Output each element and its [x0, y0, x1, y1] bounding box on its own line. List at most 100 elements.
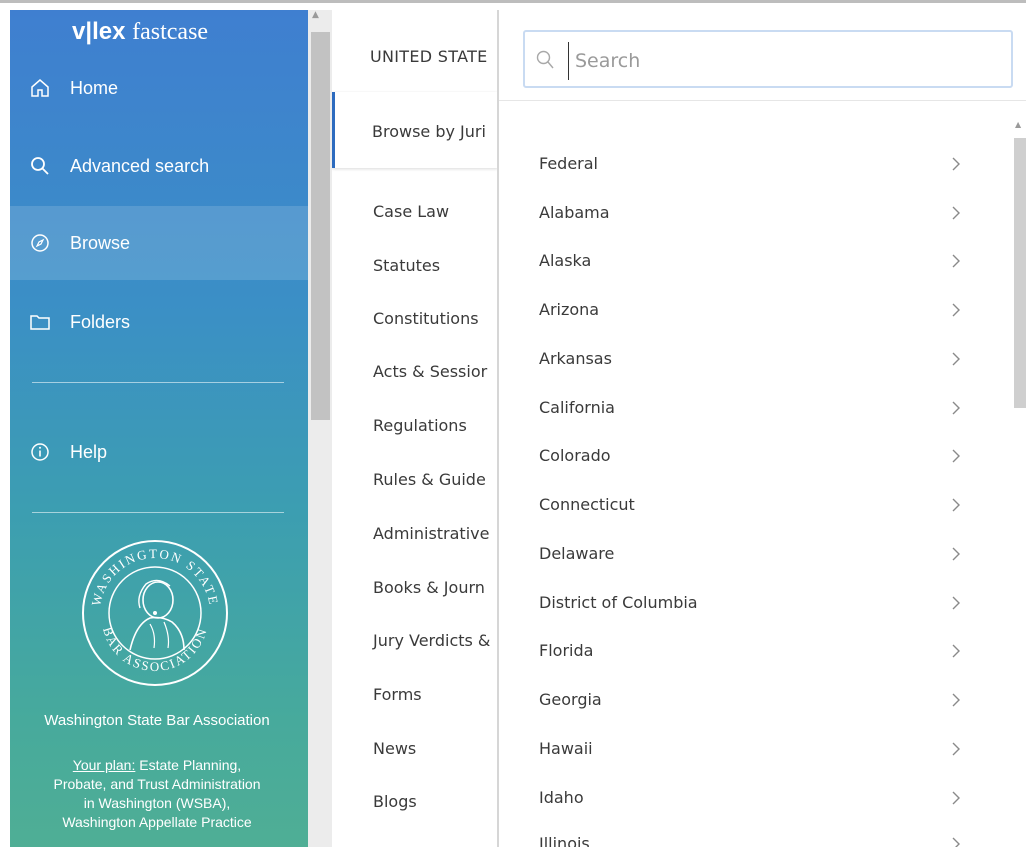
jurisdiction-label: Hawaii: [539, 739, 593, 758]
home-icon: [30, 78, 50, 98]
jurisdiction-label: Delaware: [539, 544, 615, 563]
panel-divider: [499, 100, 1026, 101]
jurisdiction-item-alabama[interactable]: Alabama: [539, 203, 979, 247]
plan-line: Washington Appellate Practice: [62, 814, 252, 830]
svg-text:BAR ASSOCIATION: BAR ASSOCIATION: [100, 625, 210, 674]
chevron-right-icon: [952, 644, 960, 658]
scroll-up-arrow-icon[interactable]: ▲: [312, 10, 319, 20]
brand-logo[interactable]: v|lex fastcase: [72, 18, 208, 46]
jurisdiction-item-arizona[interactable]: Arizona: [539, 300, 979, 344]
jurisdiction-label: Colorado: [539, 446, 611, 465]
chevron-right-icon: [952, 693, 960, 707]
plan-line: Estate Planning,: [135, 757, 242, 773]
plan-description: Your plan: Estate Planning, Probate, and…: [10, 756, 304, 832]
sidebar-item-label: Browse: [70, 232, 131, 253]
sidebar-divider: [32, 512, 284, 513]
chevron-right-icon: [952, 206, 960, 220]
plan-line: Probate, and Trust Administration: [53, 776, 261, 792]
content-type-acts[interactable]: Acts & Sessior: [373, 362, 487, 381]
jurisdiction-item-hawaii[interactable]: Hawaii: [539, 739, 979, 783]
jurisdiction-label: Alabama: [539, 203, 610, 222]
chevron-right-icon: [952, 449, 960, 463]
jurisdiction-list-scrollbar-thumb[interactable]: [1014, 138, 1026, 408]
content-type-constitutions[interactable]: Constitutions: [373, 309, 479, 328]
plan-line: in Washington (WSBA),: [83, 795, 231, 811]
content-type-case-law[interactable]: Case Law: [373, 202, 449, 221]
chevron-right-icon: [952, 157, 960, 171]
sidebar-item-browse[interactable]: Browse: [10, 206, 308, 280]
jurisdiction-item-connecticut[interactable]: Connecticut: [539, 495, 979, 539]
browse-by-jurisdiction-label: Browse by Juri: [372, 122, 486, 141]
search-icon: [30, 156, 50, 176]
sidebar-item-label: Home: [70, 77, 119, 98]
jurisdiction-search-input[interactable]: [568, 42, 1007, 80]
logo-suffix: fastcase: [132, 19, 209, 45]
content-type-administrative[interactable]: Administrative: [373, 524, 489, 543]
jurisdiction-item-arkansas[interactable]: Arkansas: [539, 349, 979, 393]
jurisdiction-item-federal[interactable]: Federal: [539, 154, 979, 198]
content-type-blogs[interactable]: Blogs: [373, 792, 417, 811]
jurisdiction-item-colorado[interactable]: Colorado: [539, 446, 979, 490]
sidebar-divider: [32, 382, 284, 383]
chevron-right-icon: [952, 837, 960, 847]
plan-link[interactable]: Your plan:: [73, 757, 136, 773]
jurisdiction-item-delaware[interactable]: Delaware: [539, 544, 979, 588]
browse-by-jurisdiction-tab[interactable]: Browse by Juri: [332, 92, 498, 168]
jurisdiction-item-district-of-columbia[interactable]: District of Columbia: [539, 593, 979, 637]
wsba-seal-logo: WASHINGTON STATE BAR ASSOCIATION: [82, 540, 228, 686]
chevron-right-icon: [952, 498, 960, 512]
chevron-right-icon: [952, 547, 960, 561]
chevron-right-icon: [952, 254, 960, 268]
chevron-right-icon: [952, 791, 960, 805]
jurisdiction-label: District of Columbia: [539, 593, 698, 612]
sidebar-item-folders[interactable]: Folders: [10, 286, 308, 358]
compass-icon: [30, 233, 50, 253]
content-type-statutes[interactable]: Statutes: [373, 256, 440, 275]
content-type-news[interactable]: News: [373, 739, 416, 758]
content-type-jury-verdicts[interactable]: Jury Verdicts &: [373, 631, 490, 650]
jurisdiction-title: UNITED STATE: [370, 47, 488, 66]
search-icon: [536, 50, 554, 74]
sidebar-item-home[interactable]: Home: [10, 68, 308, 108]
jurisdiction-label: California: [539, 398, 615, 417]
jurisdiction-label: Alaska: [539, 251, 592, 270]
org-name: Washington State Bar Association: [44, 712, 270, 729]
jurisdiction-label: Arkansas: [539, 349, 612, 368]
chevron-right-icon: [952, 742, 960, 756]
sidebar-item-label: Help: [70, 441, 108, 462]
sidebar-item-help[interactable]: Help: [10, 416, 308, 488]
jurisdiction-label: Federal: [539, 154, 598, 173]
sidebar: v|lex fastcase Home Advanced search Brow…: [10, 10, 308, 847]
folder-icon: [30, 312, 50, 332]
chevron-right-icon: [952, 596, 960, 610]
jurisdiction-item-alaska[interactable]: Alaska: [539, 251, 979, 295]
content-type-forms[interactable]: Forms: [373, 685, 422, 704]
sidebar-item-label: Folders: [70, 311, 131, 332]
content-type-column: UNITED STATE Browse by Juri Case Law Sta…: [332, 10, 498, 847]
chevron-right-icon: [952, 303, 960, 317]
top-border: [0, 0, 1026, 10]
sidebar-scrollbar-thumb[interactable]: [311, 32, 330, 420]
jurisdiction-label: Florida: [539, 641, 594, 660]
jurisdiction-label: Georgia: [539, 690, 602, 709]
jurisdiction-item-georgia[interactable]: Georgia: [539, 690, 979, 734]
jurisdiction-item-idaho[interactable]: Idaho: [539, 788, 979, 832]
jurisdiction-item-illinois[interactable]: Illinois: [539, 834, 979, 847]
content-type-regulations[interactable]: Regulations: [373, 416, 467, 435]
sidebar-item-label: Advanced search: [70, 155, 210, 176]
jurisdiction-label: Connecticut: [539, 495, 635, 514]
jurisdiction-item-california[interactable]: California: [539, 398, 979, 442]
jurisdiction-label: Idaho: [539, 788, 584, 807]
chevron-right-icon: [952, 401, 960, 415]
logo-prefix: v|lex: [72, 18, 126, 45]
info-icon: [30, 442, 50, 462]
jurisdiction-label: Illinois: [539, 834, 590, 847]
svg-text:WASHINGTON STATE: WASHINGTON STATE: [88, 546, 221, 607]
chevron-right-icon: [952, 352, 960, 366]
content-type-rules[interactable]: Rules & Guide: [373, 470, 486, 489]
jurisdiction-label: Arizona: [539, 300, 600, 319]
jurisdiction-item-florida[interactable]: Florida: [539, 641, 979, 685]
content-type-books[interactable]: Books & Journ: [373, 578, 485, 597]
sidebar-item-advanced-search[interactable]: Advanced search: [10, 130, 308, 202]
scroll-up-arrow-icon[interactable]: ▲: [1015, 120, 1021, 129]
